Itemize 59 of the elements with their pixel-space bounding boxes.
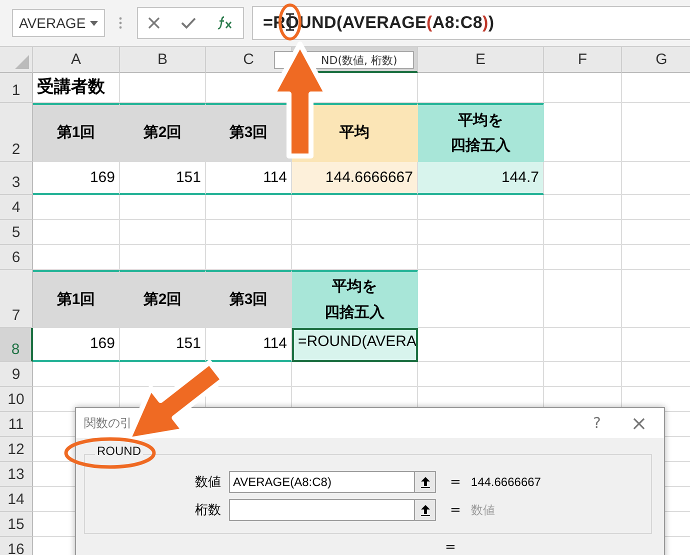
check-icon[interactable] — [180, 17, 196, 29]
table-cell: 144.6666667 — [292, 162, 418, 195]
row-header[interactable]: 9 — [0, 362, 33, 387]
row-header[interactable]: 3 — [0, 162, 33, 195]
column-header[interactable]: A — [33, 47, 120, 73]
dialog-title: 関数の引 — [84, 414, 133, 432]
cell-editor[interactable]: =ROUND(AVERA — [292, 328, 418, 362]
table-cell: 151 — [120, 328, 206, 362]
column-heading: 平均を 四捨五入 — [418, 103, 544, 162]
table-cell: 144.7 — [418, 162, 544, 195]
column-heading: 第3回 — [206, 270, 292, 328]
grip-icon — [119, 17, 122, 29]
column-heading: 第2回 — [120, 103, 206, 162]
row-header[interactable]: 4 — [0, 195, 33, 220]
column-heading: 第1回 — [33, 103, 120, 162]
column-heading: 第3回 — [206, 103, 292, 162]
row-header[interactable]: 16 — [0, 537, 33, 555]
column-heading: 第1回 — [33, 270, 120, 328]
equals-sign: = — [445, 540, 456, 555]
table-cell: 169 — [33, 162, 120, 195]
equals-sign: = — [450, 502, 461, 518]
row-header[interactable]: 14 — [0, 487, 33, 512]
upload-icon — [420, 476, 430, 488]
column-heading: 第2回 — [120, 270, 206, 328]
column-header[interactable]: E — [418, 47, 544, 73]
row-header[interactable]: 15 — [0, 512, 33, 537]
column-header[interactable]: F — [544, 47, 622, 73]
function-icon[interactable] — [216, 16, 233, 30]
dropdown-icon — [90, 20, 98, 26]
row-header[interactable]: 2 — [0, 103, 33, 162]
collapse-button[interactable] — [414, 499, 436, 521]
row-header[interactable]: 11 — [0, 412, 33, 437]
table-cell: 151 — [120, 162, 206, 195]
function-name: ROUND — [95, 444, 143, 458]
upload-icon — [420, 504, 430, 516]
column-header[interactable]: B — [120, 47, 206, 73]
argument-label: 数値 — [194, 474, 222, 491]
row-header[interactable]: 6 — [0, 245, 33, 270]
name-box[interactable]: AVERAGE — [12, 9, 105, 37]
argument-field[interactable] — [229, 499, 414, 521]
table-cell: 169 — [33, 328, 120, 362]
column-header[interactable]: G — [622, 47, 690, 73]
row-header[interactable]: 13 — [0, 462, 33, 487]
row-header[interactable]: 5 — [0, 220, 33, 245]
row-header[interactable]: 12 — [0, 437, 33, 462]
close-button[interactable]: × — [618, 411, 660, 435]
row-header[interactable]: 1 — [0, 73, 33, 103]
equals-sign: = — [450, 474, 461, 490]
row-header[interactable]: 8 — [0, 328, 33, 362]
argument-result: 数値 — [470, 502, 495, 518]
row-header[interactable]: 10 — [0, 387, 33, 412]
argument-label: 桁数 — [194, 502, 222, 519]
collapse-button[interactable] — [414, 471, 436, 493]
cancel-icon[interactable] — [148, 17, 160, 29]
argument-result: 144.6666667 — [470, 475, 541, 489]
argument-field[interactable]: AVERAGE(A8:C8) — [229, 471, 414, 493]
column-heading: 平均を 四捨五入 — [292, 270, 418, 328]
row-header[interactable]: 7 — [0, 270, 33, 328]
help-button[interactable]: ? — [576, 414, 618, 432]
